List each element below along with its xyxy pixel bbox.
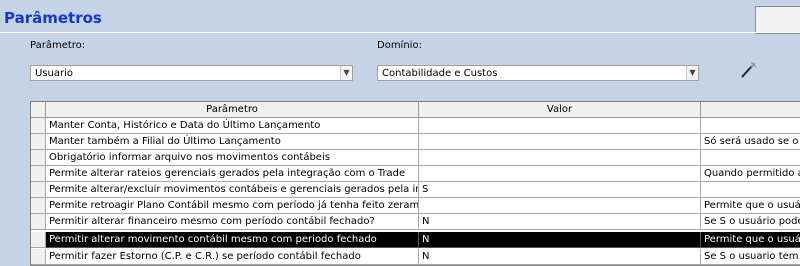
row-selector[interactable] (31, 214, 46, 230)
cell-valor[interactable] (419, 198, 701, 214)
table-row[interactable]: Manter Conta, Histórico e Data do Último… (31, 118, 800, 134)
cell-valor[interactable]: N (419, 249, 701, 265)
row-selector[interactable] (31, 166, 46, 182)
parametro-select-value: Usuario (35, 68, 74, 79)
table-row-selected[interactable]: Permitir alterar movimento contábil mesm… (31, 232, 800, 248)
row-selector[interactable] (31, 249, 46, 265)
column-header-parametro[interactable]: Parâmetro (46, 102, 419, 118)
chevron-down-icon[interactable]: ▼ (686, 66, 698, 80)
table-row[interactable]: Manter também a Filial do Último Lançame… (31, 134, 800, 150)
table-row[interactable]: Permitir fazer Estorno (C.P. e C.R.) se … (31, 249, 800, 265)
cell-parametro: Permitir fazer Estorno (C.P. e C.R.) se … (46, 249, 419, 265)
row-selector[interactable] (31, 118, 46, 134)
row-selector[interactable] (31, 232, 46, 248)
column-header-valor[interactable]: Valor (419, 102, 701, 118)
cell-descricao: Permite que o usuário a (701, 198, 800, 214)
cell-descricao: Se S o usuario tem per (701, 249, 800, 265)
row-selector[interactable] (31, 198, 46, 214)
table-row[interactable]: Permite alterar/excluir movimentos contá… (31, 182, 800, 198)
cell-parametro: Permite alterar rateios gerenciais gerad… (46, 166, 419, 182)
cell-parametro: Permite retroagir Plano Contábil mesmo c… (46, 198, 419, 214)
row-selector[interactable] (31, 182, 46, 198)
cell-parametro: Permitir alterar financeiro mesmo com pe… (46, 214, 419, 230)
column-header-descricao[interactable] (701, 102, 800, 118)
page-title: Parâmetros (4, 9, 102, 27)
cell-descricao: Permite que o usuário a (701, 232, 800, 248)
cell-valor[interactable]: N (419, 214, 701, 230)
header-panel (755, 6, 800, 34)
table-row[interactable]: Permite retroagir Plano Contábil mesmo c… (31, 198, 800, 214)
cell-parametro: Manter também a Filial do Último Lançame… (46, 134, 419, 150)
row-selector[interactable] (31, 150, 46, 166)
cell-descricao (701, 182, 800, 198)
cell-valor[interactable] (419, 166, 701, 182)
parametro-label: Parâmetro: (30, 40, 86, 51)
dominio-label: Domínio: (377, 40, 422, 51)
row-selector-header (31, 102, 46, 118)
cell-descricao: Só será usado se o pa (701, 134, 800, 150)
cell-parametro: Obrigatório informar arquivo nos movimen… (46, 150, 419, 166)
table-row[interactable]: Permite alterar rateios gerenciais gerad… (31, 166, 800, 182)
cell-descricao (701, 118, 800, 134)
cell-descricao: Se S o usuário poderá (701, 214, 800, 230)
table-row[interactable]: Obrigatório informar arquivo nos movimen… (31, 150, 800, 166)
parameters-grid: Parâmetro Valor Manter Conta, Histórico … (30, 101, 800, 266)
chevron-down-icon[interactable]: ▼ (340, 66, 352, 80)
cell-valor[interactable] (419, 134, 701, 150)
cell-valor[interactable]: S (419, 182, 701, 198)
cell-descricao: Quando permitido altera (701, 166, 800, 182)
parametro-select[interactable]: Usuario ▼ (30, 65, 353, 81)
magic-wand-icon[interactable] (740, 62, 756, 78)
cell-valor[interactable] (419, 118, 701, 134)
header-bar: Parâmetros (0, 0, 800, 34)
header-divider (0, 32, 800, 33)
cell-parametro: Permite alterar/excluir movimentos contá… (46, 182, 419, 198)
table-row[interactable]: Permitir alterar financeiro mesmo com pe… (31, 214, 800, 230)
cell-parametro: Permitir alterar movimento contábil mesm… (46, 232, 419, 248)
cell-descricao (701, 150, 800, 166)
dominio-select[interactable]: Contabilidade e Custos ▼ (377, 65, 699, 81)
dominio-select-value: Contabilidade e Custos (382, 68, 498, 79)
row-selector[interactable] (31, 134, 46, 150)
cell-valor[interactable]: N (419, 232, 701, 248)
cell-valor[interactable] (419, 150, 701, 166)
cell-parametro: Manter Conta, Histórico e Data do Último… (46, 118, 419, 134)
